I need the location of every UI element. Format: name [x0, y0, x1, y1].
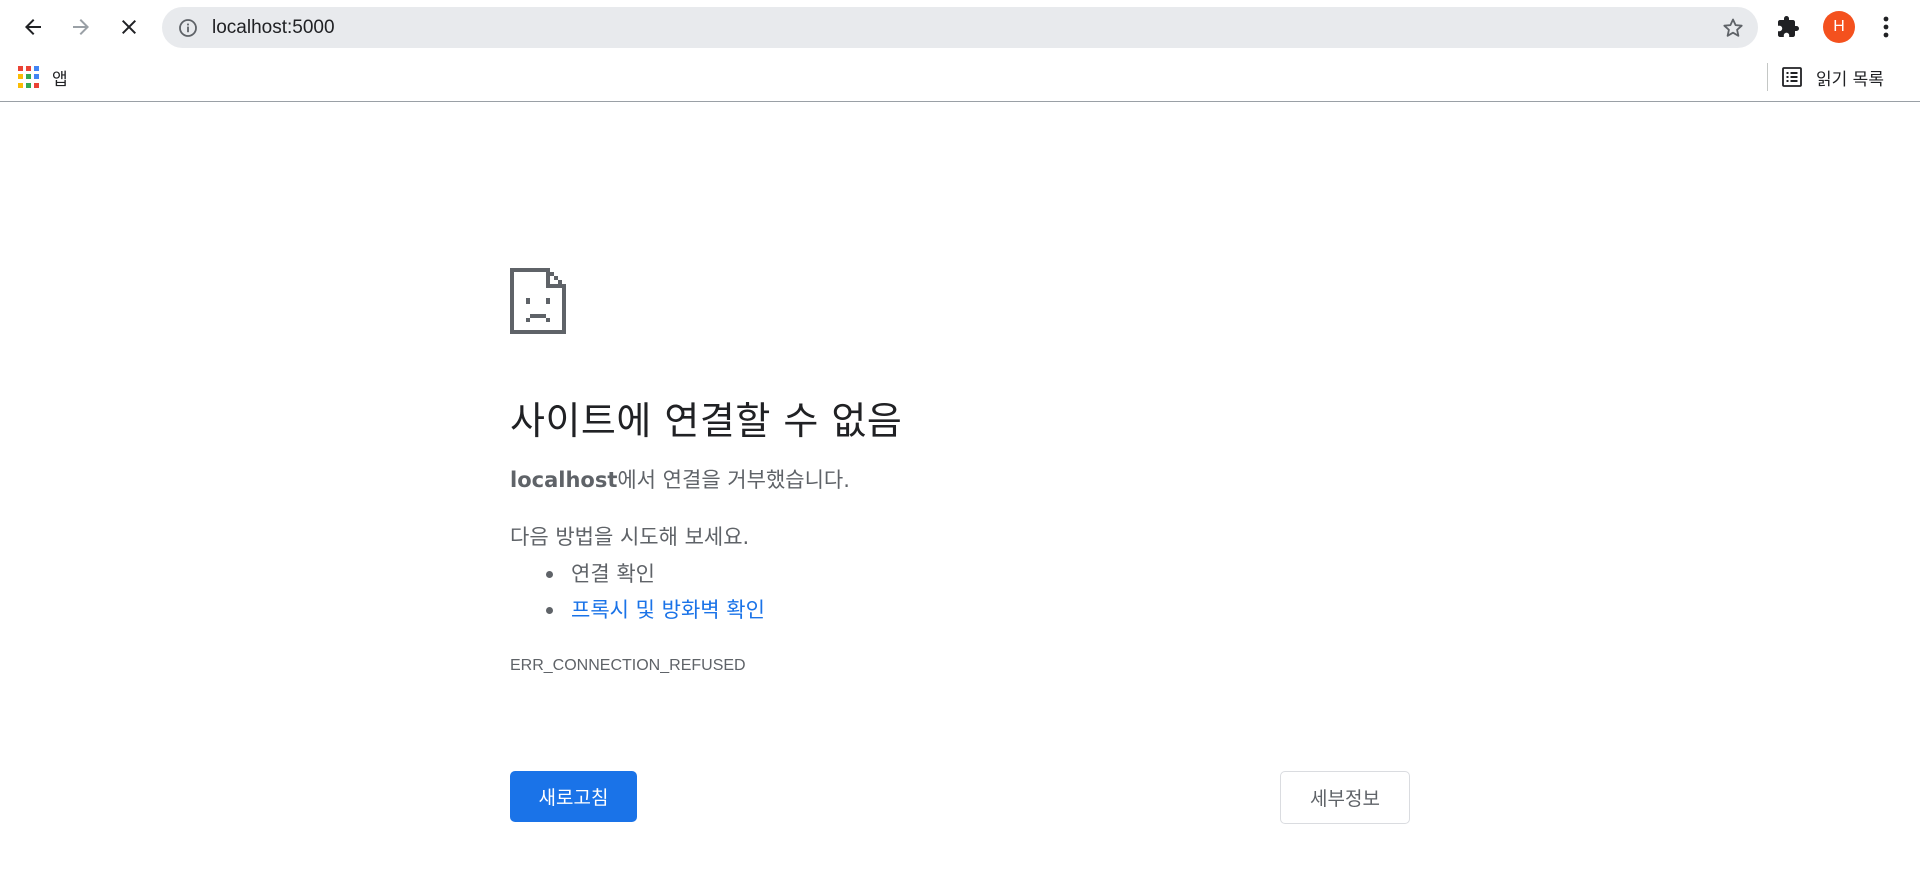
- bookmarks-divider: [1767, 63, 1768, 91]
- error-title: 사이트에 연결할 수 없음: [510, 399, 903, 443]
- forward-button[interactable]: [61, 7, 101, 47]
- suggestion-proxy-firewall-link[interactable]: 프록시 및 방화벽 확인: [571, 598, 765, 622]
- reading-list-button[interactable]: 읽기 목록: [1780, 61, 1884, 93]
- address-bar[interactable]: localhost:5000: [162, 7, 1758, 48]
- error-code: ERR_CONNECTION_REFUSED: [510, 657, 746, 674]
- apps-label: 앱: [52, 69, 68, 90]
- forward-icon: [73, 19, 89, 35]
- extensions-icon[interactable]: [1773, 12, 1803, 42]
- reading-list-label: 읽기 목록: [1816, 69, 1884, 90]
- star-icon[interactable]: [1720, 15, 1746, 41]
- error-summary: localhost에서 연결을 거부했습니다.: [510, 465, 1410, 495]
- stop-button[interactable]: [109, 7, 149, 47]
- bookmarks-bar: 앱 읽기 목록: [0, 54, 1920, 102]
- suggestion-item: 프록시 및 방화벽 확인: [546, 592, 1410, 628]
- info-icon[interactable]: [177, 17, 199, 39]
- reading-list-icon: [1782, 67, 1802, 87]
- reload-button[interactable]: 새로고침: [510, 771, 637, 822]
- suggestion-check-connection: 연결 확인: [571, 562, 655, 586]
- details-button[interactable]: 세부정보: [1280, 771, 1410, 824]
- back-icon: [25, 19, 41, 35]
- address-url[interactable]: localhost:5000: [212, 7, 335, 48]
- suggestion-item: 연결 확인: [546, 556, 1410, 592]
- sad-document-icon: [510, 268, 566, 334]
- more-menu-icon[interactable]: [1876, 11, 1896, 43]
- error-content: 사이트에 연결할 수 없음 localhost에서 연결을 거부했습니다. 다음…: [510, 268, 1410, 677]
- stop-icon: [122, 20, 136, 34]
- error-host: localhost: [510, 468, 618, 492]
- profile-avatar[interactable]: H: [1823, 11, 1855, 43]
- suggestions-list: 연결 확인 프록시 및 방화벽 확인: [546, 556, 1410, 628]
- apps-grid-icon: [18, 66, 40, 88]
- browser-toolbar: localhost:5000 H: [0, 0, 1920, 54]
- error-summary-text: 에서 연결을 거부했습니다.: [617, 468, 850, 492]
- suggestions-heading: 다음 방법을 시도해 보세요.: [510, 525, 750, 549]
- error-buttons: 새로고침 세부정보: [510, 771, 1410, 826]
- back-button[interactable]: [13, 7, 53, 47]
- apps-shortcut[interactable]: 앱: [18, 62, 68, 92]
